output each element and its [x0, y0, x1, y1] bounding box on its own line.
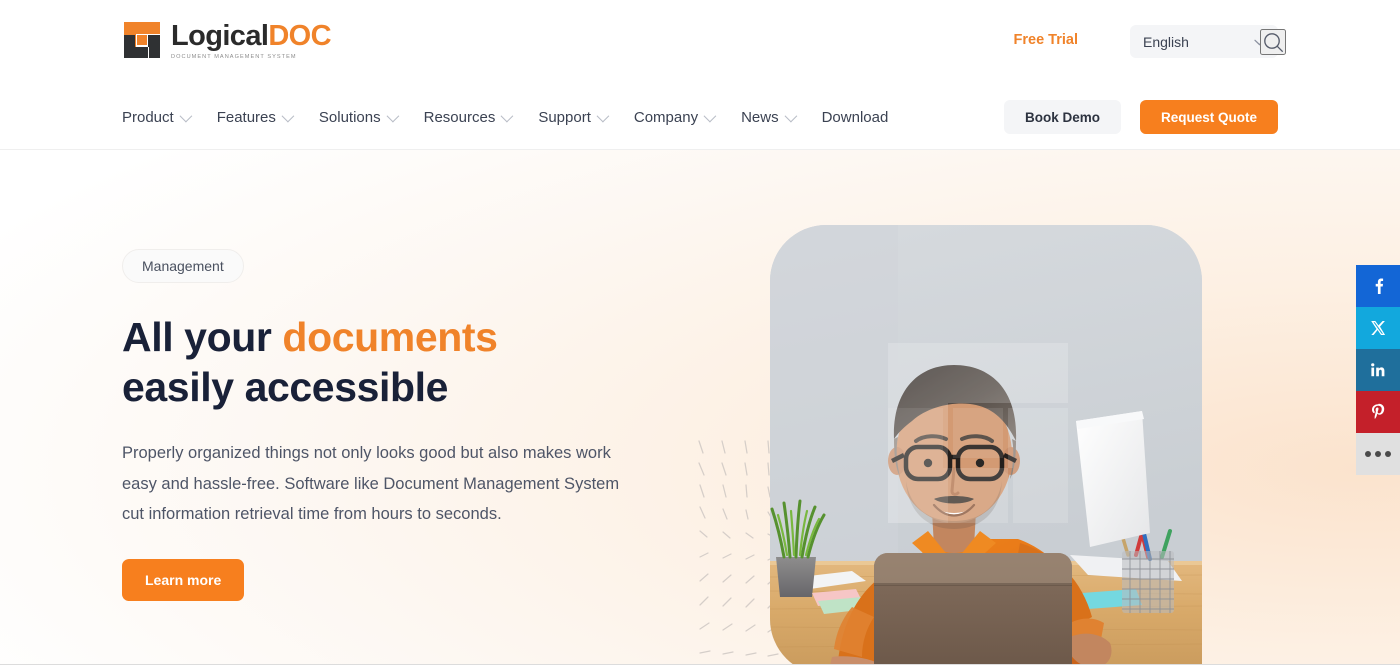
chevron-down-icon — [281, 109, 295, 122]
headline-line-2: easily accessible — [122, 364, 449, 411]
nav-item-label: Product — [122, 108, 174, 126]
free-trial-link[interactable]: Free Trial — [1014, 32, 1078, 48]
logo-text: LogicalDOC DOCUMENT MANAGEMENT SYSTEM — [171, 20, 332, 61]
headline-plain-1: All your — [122, 314, 283, 360]
request-quote-button[interactable]: Request Quote — [1139, 100, 1278, 134]
hero-image — [770, 225, 1202, 664]
chevron-down-icon — [179, 109, 192, 122]
headline-accent: documents — [282, 314, 498, 360]
facebook-icon[interactable] — [1356, 265, 1400, 307]
nav-item-features[interactable]: Features — [216, 104, 295, 130]
search-icon[interactable] — [1260, 29, 1286, 55]
nav-item-company[interactable]: Company — [633, 104, 717, 130]
learn-more-button[interactable]: Learn more — [122, 558, 245, 601]
nav-item-solutions[interactable]: Solutions — [318, 104, 399, 130]
logo-wordmark: LogicalDOC — [171, 20, 332, 52]
nav-item-label: News — [741, 108, 779, 126]
nav-item-label: Solutions — [318, 108, 381, 126]
book-demo-button[interactable]: Book Demo — [1003, 100, 1121, 134]
logo-wordmark-doc: DOC — [268, 20, 331, 52]
page-title: All your documents easily accessible — [122, 312, 662, 412]
main-navigation: Product Features Solutions Resources Sup… — [122, 104, 888, 130]
logo-tagline: DOCUMENT MANAGEMENT SYSTEM — [171, 54, 297, 60]
nav-item-product[interactable]: Product — [122, 104, 192, 130]
nav-item-download[interactable]: Download — [822, 104, 889, 130]
nav-item-news[interactable]: News — [741, 104, 797, 130]
logo-wordmark-logical: Logical — [171, 20, 269, 52]
nav-item-label: Resources — [423, 108, 496, 126]
linkedin-icon[interactable] — [1356, 349, 1400, 391]
more-dot — [1365, 451, 1371, 457]
page-root: LogicalDOC DOCUMENT MANAGEMENT SYSTEM Fr… — [0, 0, 1400, 670]
chevron-down-icon — [386, 109, 399, 122]
chevron-down-icon — [784, 109, 797, 122]
hero-section: Management All your documents easily acce… — [0, 150, 1400, 665]
header-cta-group: Book Demo Request Quote — [1003, 100, 1278, 134]
hero-paragraph: Properly organized things not only looks… — [122, 444, 620, 524]
language-select-value: English — [1143, 33, 1189, 50]
site-logo[interactable]: LogicalDOC DOCUMENT MANAGEMENT SYSTEM — [122, 20, 332, 61]
chevron-down-icon — [703, 109, 717, 122]
hero-badge: Management — [122, 249, 244, 283]
nav-item-label: Features — [216, 108, 276, 126]
nav-item-label: Company — [633, 108, 699, 126]
pinterest-icon[interactable] — [1356, 391, 1400, 433]
nav-item-resources[interactable]: Resources — [423, 104, 514, 130]
x-twitter-icon[interactable] — [1356, 307, 1400, 349]
social-share-rail — [1356, 265, 1400, 475]
chevron-down-icon — [500, 109, 514, 122]
diagonal-dash-grid-pattern — [698, 440, 779, 657]
hero-copy: Management All your documents easily acce… — [122, 249, 662, 601]
logicaldoc-bracket-logo-icon — [122, 20, 162, 60]
nav-item-label: Support — [538, 108, 591, 126]
site-header: LogicalDOC DOCUMENT MANAGEMENT SYSTEM Fr… — [0, 0, 1400, 150]
more-dots-icon[interactable] — [1356, 433, 1400, 475]
logicaldoc-bracket-logo-watermark-icon — [888, 343, 1068, 523]
more-dot — [1385, 451, 1391, 457]
nav-item-label: Download — [821, 108, 889, 126]
more-dot — [1375, 451, 1381, 457]
chevron-down-icon — [596, 109, 610, 122]
language-select[interactable]: English — [1130, 25, 1278, 58]
nav-item-support[interactable]: Support — [538, 104, 610, 130]
